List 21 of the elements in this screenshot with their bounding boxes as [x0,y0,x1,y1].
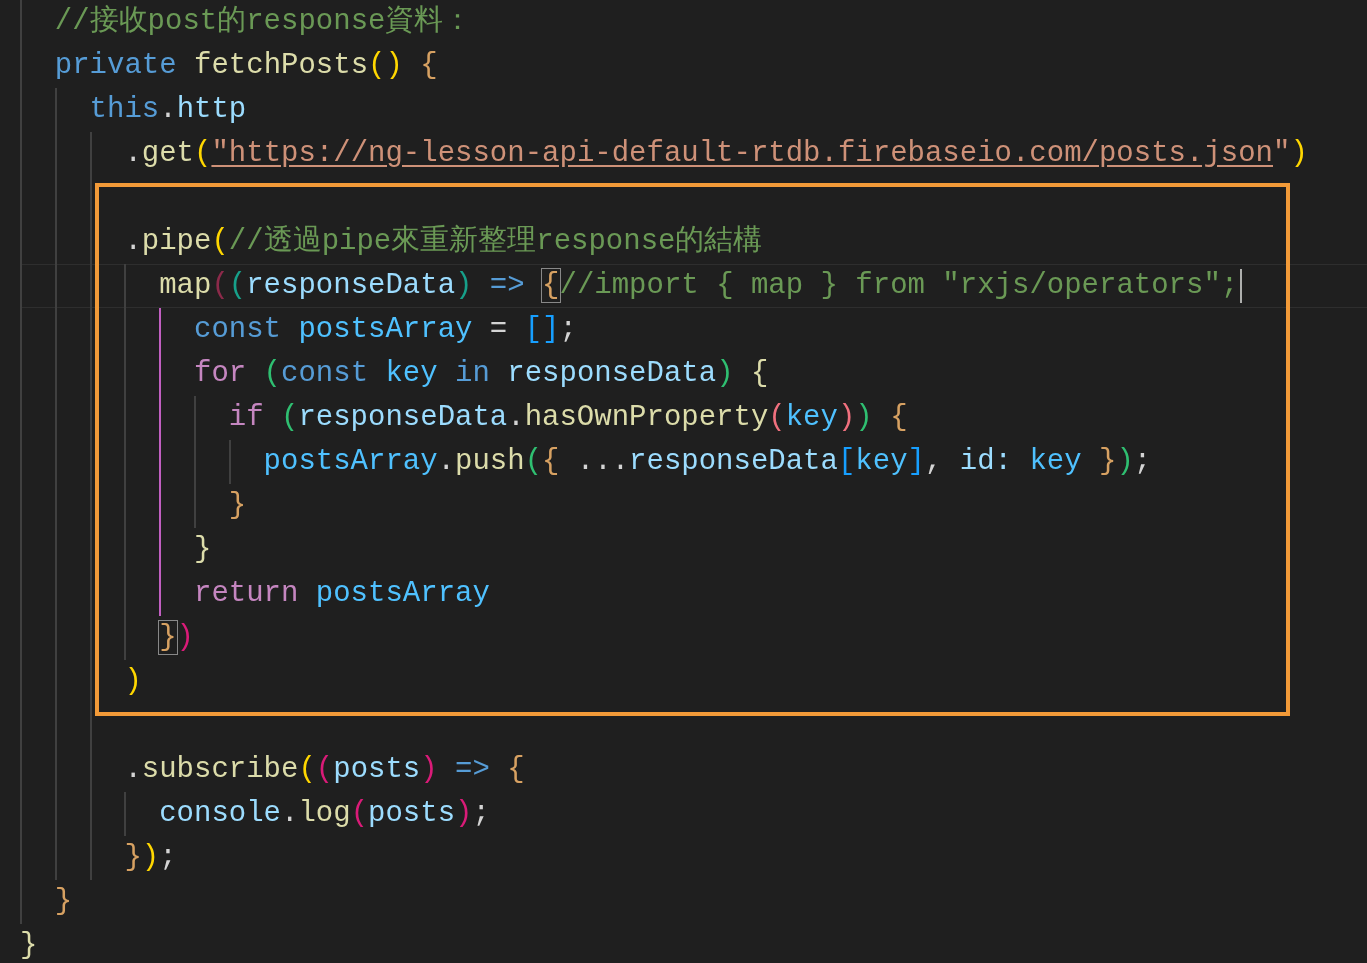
code-line: map((responseData) => {//import { map } from "rxjs/operators"; [159,268,1239,304]
code-line: }) [159,620,194,656]
code-editor[interactable] [0,0,1367,963]
code-line: //接收post的response資料： [54,4,473,40]
code-line: const postsArray = []; [194,312,577,348]
code-line: console.log(posts); [159,796,490,832]
code-line: } [194,532,212,568]
code-line: this.http [89,92,247,128]
code-line: if (responseData.hasOwnProperty(key)) { [228,400,908,436]
code-line: } [228,488,247,524]
code-line: .get("https://ng-lesson-api-default-rtdb.firebaseio.com/posts.json") [124,136,1308,172]
code-line: .subscribe((posts) => { [124,752,525,788]
code-line: ) [124,664,142,700]
code-line: .pipe(//透過pipe來重新整理response的結構 [124,223,763,260]
code-line: for (const key in responseData) { [194,356,769,392]
code-line: } [20,928,38,963]
code-line: postsArray.push({ ...responseData[key], id: key }); [263,444,1152,480]
code-line: private fetchPosts() { [54,48,438,84]
code-line: }); [124,840,177,876]
code-line: } [54,884,73,920]
code-line: return postsArray [194,576,490,612]
